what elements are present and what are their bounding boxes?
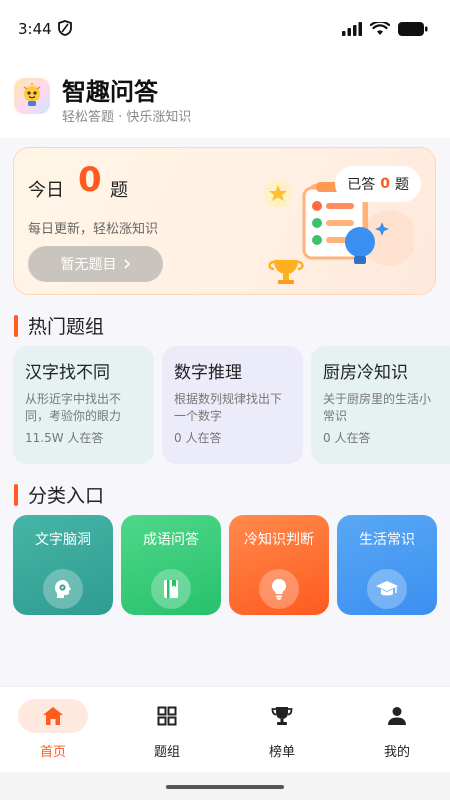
no-questions-label: 暂无题目 <box>60 257 117 273</box>
app-title: 智趣问答 <box>62 78 158 106</box>
app-logo <box>14 78 50 114</box>
home-indicator-area <box>0 772 450 800</box>
hot-card-desc-line: 根据数列规律找出下 <box>174 392 283 406</box>
today-description: 每日更新，轻松涨知识 <box>28 222 159 237</box>
graduation-cap-icon <box>367 569 407 609</box>
status-bar: 3:44 <box>0 0 450 60</box>
lightbulb-icon <box>259 569 299 609</box>
today-label: 今日 <box>28 180 64 201</box>
app-header: 智趣问答 轻松答题 · 快乐涨知识 <box>0 60 450 138</box>
today-count: 0 <box>78 160 102 200</box>
tab-label: 首页 <box>39 745 66 760</box>
category-list: 文字脑洞 成语问答 冷知识判断 生活常识 <box>13 515 437 615</box>
category-section-title-text: 分类入口 <box>28 485 105 507</box>
battery-icon <box>398 22 428 36</box>
category-section-title: 分类入口 <box>14 481 104 508</box>
hot-card-title: 数字推理 <box>174 363 242 383</box>
tab-groups[interactable]: 题组 <box>127 699 207 761</box>
category-life-tips[interactable]: 生活常识 <box>337 515 437 615</box>
tab-label: 题组 <box>153 745 180 760</box>
hot-card-hanzi[interactable]: 汉字找不同 从形近字中找出不 同，考验你的眼力 11.5W 人在答 <box>13 346 154 464</box>
hot-card-desc: 关于厨房里的生活小 常识 <box>323 391 449 425</box>
wifi-icon <box>370 22 390 35</box>
grid-icon <box>127 699 207 733</box>
hot-card-kitchen[interactable]: 厨房冷知识 关于厨房里的生活小 常识 0 人在答 <box>311 346 450 464</box>
hot-section-title-text: 热门题组 <box>28 316 105 338</box>
answered-unit: 题 <box>395 177 409 193</box>
head-gear-icon <box>43 569 83 609</box>
hot-section-title: 热门题组 <box>14 312 104 339</box>
today-unit: 题 <box>110 180 128 201</box>
chevron-right-icon <box>123 259 130 269</box>
bottom-tab-bar: 首页 题组 榜单 我的 <box>0 686 450 772</box>
category-label: 成语问答 <box>143 532 199 548</box>
status-time: 3:44 <box>18 20 52 38</box>
tab-home[interactable]: 首页 <box>13 699 93 761</box>
book-icon <box>151 569 191 609</box>
bulb-mascot-icon <box>23 83 41 106</box>
today-card: 今日 0 题 每日更新，轻松涨知识 暂无题目 已答 0 题 <box>13 147 436 295</box>
home-indicator[interactable] <box>166 785 284 789</box>
answered-prefix: 已答 <box>347 177 376 193</box>
category-label: 生活常识 <box>359 532 415 548</box>
category-trivia-judge[interactable]: 冷知识判断 <box>229 515 329 615</box>
hot-card-title: 汉字找不同 <box>25 363 110 383</box>
signal-icon <box>342 22 362 36</box>
hot-card-desc-line: 关于厨房里的生活小 <box>323 392 432 406</box>
section-accent-bar <box>14 483 18 506</box>
hot-card-desc-line: 常识 <box>323 409 348 423</box>
hot-card-desc: 根据数列规律找出下 一个数字 <box>174 391 291 425</box>
tab-leaderboard[interactable]: 榜单 <box>242 699 322 761</box>
tab-profile[interactable]: 我的 <box>357 699 437 761</box>
home-icon <box>18 699 88 733</box>
category-idiom[interactable]: 成语问答 <box>121 515 221 615</box>
category-label: 文字脑洞 <box>35 532 91 548</box>
answered-badge: 已答 0 题 <box>335 166 421 202</box>
tab-label: 榜单 <box>268 745 295 760</box>
hot-groups-list[interactable]: 汉字找不同 从形近字中找出不 同，考验你的眼力 11.5W 人在答 数字推理 根… <box>13 346 450 464</box>
hot-card-number[interactable]: 数字推理 根据数列规律找出下 一个数字 0 人在答 <box>162 346 303 464</box>
trophy-icon <box>242 699 322 733</box>
section-accent-bar <box>14 314 18 337</box>
hot-card-title: 厨房冷知识 <box>323 363 408 383</box>
user-icon <box>357 699 437 733</box>
no-questions-button[interactable]: 暂无题目 <box>28 246 163 282</box>
hot-card-desc-line: 从形近字中找出不 <box>25 392 122 406</box>
hot-card-count: 0 人在答 <box>174 431 222 445</box>
app-subtitle: 轻松答题 · 快乐涨知识 <box>62 110 192 125</box>
category-label: 冷知识判断 <box>244 532 314 548</box>
shield-icon <box>58 20 72 36</box>
hot-card-count: 0 人在答 <box>323 431 371 445</box>
hot-card-count: 11.5W 人在答 <box>25 431 104 445</box>
answered-count: 0 <box>380 176 390 192</box>
hot-card-desc-line: 一个数字 <box>174 409 223 423</box>
category-word-brain[interactable]: 文字脑洞 <box>13 515 113 615</box>
hot-card-desc: 从形近字中找出不 同，考验你的眼力 <box>25 391 142 425</box>
hot-card-desc-line: 同，考验你的眼力 <box>25 409 122 423</box>
tab-label: 我的 <box>383 745 410 760</box>
